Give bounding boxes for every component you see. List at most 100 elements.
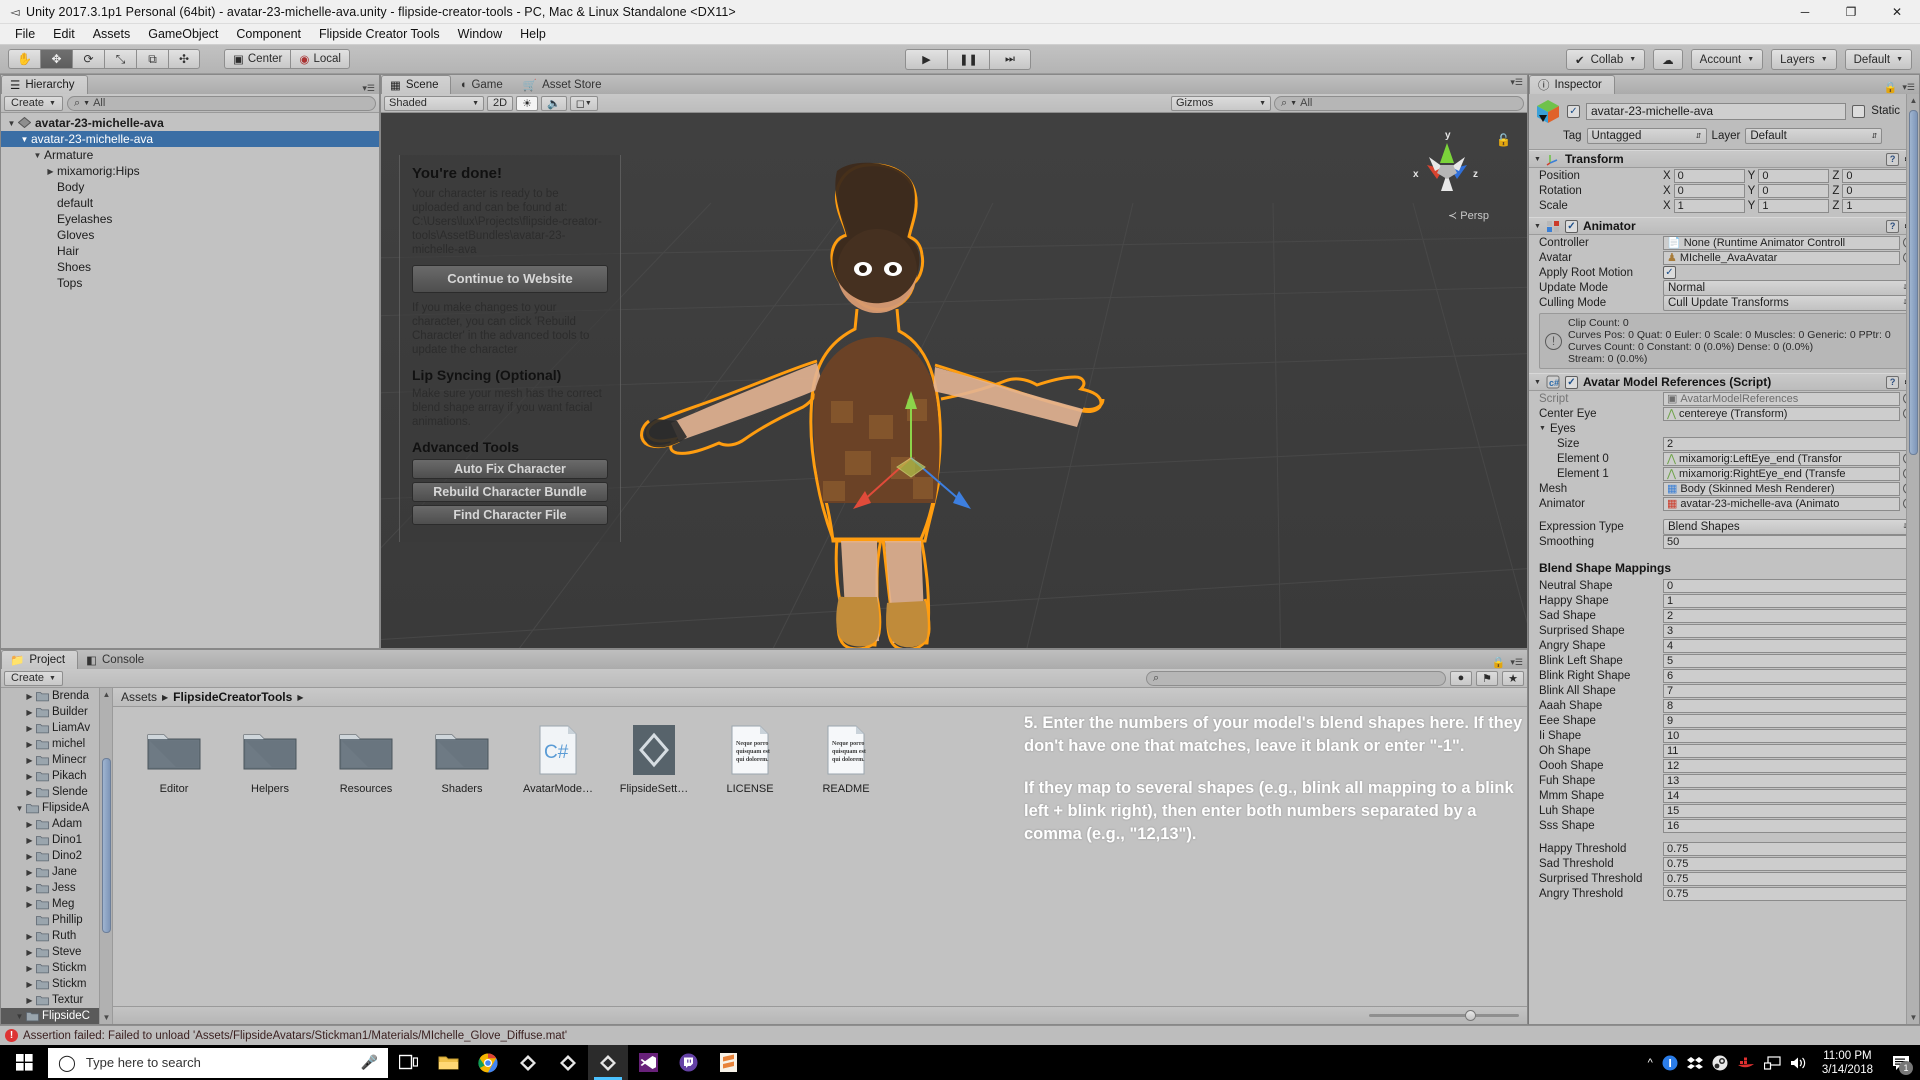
project-tree-item-dino1[interactable]: Dino1 (1, 832, 112, 848)
rebuild-character-bundle-button[interactable]: Rebuild Character Bundle (412, 482, 608, 502)
maximize-button[interactable]: ❐ (1828, 0, 1874, 24)
transform-rotation-x-input[interactable]: 0 (1673, 183, 1745, 198)
chevron-down-icon[interactable]: ▼ (1534, 223, 1541, 230)
animator-culling-mode-dropdown[interactable]: Cull Update Transforms⇵ (1663, 294, 1914, 311)
chevron-down-icon[interactable]: ▼ (1534, 156, 1541, 163)
hierarchy-item-avatar-23-michelle-ava[interactable]: avatar-23-michelle-ava (1, 131, 379, 147)
blend-shape-mmm-shape-input[interactable]: 14 (1663, 788, 1914, 803)
project-tree-item-flipsidec[interactable]: FlipsideC (1, 1008, 112, 1024)
docker-icon[interactable] (1737, 1056, 1755, 1069)
animator-update-mode-dropdown[interactable]: Normal⇵ (1663, 279, 1914, 296)
transform-rotation-z-input[interactable]: 0 (1842, 183, 1915, 198)
unity-icon-1[interactable] (508, 1045, 548, 1080)
scale-tool-button[interactable]: ⤡ (104, 49, 136, 69)
layers-button[interactable]: Layers ▼ (1771, 49, 1837, 70)
chevron-down-icon[interactable] (18, 135, 31, 144)
eye-element-1-field[interactable]: ⋀ mixamorig:RightEye_end (Transfe (1663, 466, 1900, 481)
project-tree-scroll-thumb[interactable] (102, 758, 111, 933)
chevron-right-icon[interactable] (23, 948, 36, 957)
transform-component-header[interactable]: ▼ Transform ? ⚙ (1529, 150, 1919, 168)
hierarchy-item-default[interactable]: default (1, 195, 379, 211)
transform-scale-y-input[interactable]: 1 (1758, 198, 1830, 213)
project-tree-item-brenda[interactable]: Brenda (1, 688, 112, 704)
tab-game[interactable]: ◖ Game (451, 75, 514, 94)
play-button[interactable]: ▶ (905, 49, 947, 70)
rect-tool-button[interactable]: ⧉ (136, 49, 168, 69)
scene-axis-gizmo[interactable]: y x z (1407, 129, 1487, 209)
sublime-icon[interactable] (708, 1045, 748, 1080)
avatar-model-references-header[interactable]: ▼ c# ✓ Avatar Model References (Script) … (1529, 373, 1919, 391)
project-create-button[interactable]: Create ▼ (4, 670, 63, 686)
inspector-scroll-thumb[interactable] (1909, 110, 1918, 455)
scroll-down-arrow[interactable]: ▼ (1909, 1013, 1918, 1022)
account-button[interactable]: Account ▼ (1690, 49, 1764, 70)
hierarchy-item-avatar-23-michelle-ava[interactable]: avatar-23-michelle-ava (1, 115, 379, 131)
chevron-right-icon[interactable] (23, 836, 36, 845)
scene-lighting-toggle[interactable]: ☀ (516, 95, 539, 111)
tab-hierarchy[interactable]: ☰ Hierarchy (1, 75, 88, 94)
help-icon[interactable]: ? (1886, 375, 1900, 389)
twitch-icon[interactable] (668, 1045, 708, 1080)
hierarchy-menu-icon[interactable]: ▾☰ (362, 83, 375, 94)
hierarchy-item-gloves[interactable]: Gloves (1, 227, 379, 243)
hierarchy-item-mixamorig-hips[interactable]: mixamorig:Hips (1, 163, 379, 179)
cloud-services-button[interactable]: ☁ (1653, 49, 1683, 70)
static-checkbox[interactable] (1852, 104, 1866, 118)
project-tree-item-jane[interactable]: Jane (1, 864, 112, 880)
dropbox-icon[interactable] (1686, 1056, 1703, 1070)
gameobject-enabled-checkbox[interactable]: ✓ (1567, 104, 1580, 118)
angry-threshold-input[interactable]: 0.75 (1663, 886, 1914, 901)
menu-help[interactable]: Help (511, 25, 555, 43)
microphone-icon[interactable]: 🎤 (361, 1054, 378, 1071)
visual-studio-icon[interactable] (628, 1045, 668, 1080)
move-tool-button[interactable]: ✥ (40, 49, 72, 69)
blend-shape-oooh-shape-input[interactable]: 12 (1663, 758, 1914, 773)
chevron-right-icon[interactable] (23, 932, 36, 941)
show-hidden-icons[interactable]: ^ (1648, 1057, 1653, 1069)
hierarchy-item-tops[interactable]: Tops (1, 275, 379, 291)
animator-avatar-field[interactable]: ♟ MIchelle_AvaAvatar (1663, 250, 1900, 265)
transform-tool-button[interactable]: ✣ (168, 49, 200, 69)
eye-element-0-field[interactable]: ⋀ mixamorig:LeftEye_end (Transfor (1663, 451, 1900, 466)
blend-shape-surprised-shape-input[interactable]: 3 (1663, 623, 1914, 638)
chevron-right-icon[interactable] (23, 724, 36, 733)
hierarchy-create-button[interactable]: Create ▼ (4, 95, 63, 111)
scene-search-input[interactable]: ⌕ ▼ All (1274, 95, 1524, 111)
menu-flipside-creator-tools[interactable]: Flipside Creator Tools (310, 25, 449, 43)
center-eye-field[interactable]: ⋀ centereye (Transform) (1663, 406, 1900, 421)
hierarchy-item-eyelashes[interactable]: Eyelashes (1, 211, 379, 227)
scene-projection-label[interactable]: ≺ Persp (1448, 209, 1489, 222)
blend-shape-sad-shape-input[interactable]: 2 (1663, 608, 1914, 623)
project-tree-item-ruth[interactable]: Ruth (1, 928, 112, 944)
project-tree-item-minecr[interactable]: Minecr (1, 752, 112, 768)
pivot-mode-button[interactable]: ▣ Center (224, 49, 291, 69)
hierarchy-tree[interactable]: avatar-23-michelle-ava avatar-23-michelle… (1, 113, 379, 648)
project-menu-icon[interactable]: ▾☰ (1510, 657, 1523, 668)
unity-icon-2[interactable] (548, 1045, 588, 1080)
menu-edit[interactable]: Edit (44, 25, 84, 43)
move-gizmo[interactable] (821, 363, 1001, 543)
network-icon[interactable] (1763, 1055, 1781, 1070)
taskbar-clock[interactable]: 11:00 PM 3/14/2018 (1816, 1049, 1879, 1077)
chevron-down-icon[interactable] (13, 804, 26, 813)
help-icon[interactable]: ? (1886, 219, 1900, 233)
asset-item-license[interactable]: Neque porro quisquam est qui dolorem. LICEN… (711, 721, 789, 795)
project-tree-item-liamav[interactable]: LiamAv (1, 720, 112, 736)
asset-item-shaders[interactable]: Shaders (423, 721, 501, 795)
unity-icon-3[interactable] (588, 1045, 628, 1080)
blend-shape-eee-shape-input[interactable]: 9 (1663, 713, 1914, 728)
rotate-tool-button[interactable]: ⟳ (72, 49, 104, 69)
project-tree-item-flipsidea[interactable]: FlipsideA (1, 800, 112, 816)
project-tree-item-textur[interactable]: Textur (1, 992, 112, 1008)
mesh-field[interactable]: ▦ Body (Skinned Mesh Renderer) (1663, 481, 1900, 496)
transform-rotation-y-input[interactable]: 0 (1758, 183, 1830, 198)
chevron-right-icon[interactable] (23, 692, 36, 701)
amr-animator-field[interactable]: ▦ avatar-23-michelle-ava (Animato (1663, 496, 1900, 511)
chevron-right-icon[interactable] (23, 884, 36, 893)
project-tree-item-meg[interactable]: Meg (1, 896, 112, 912)
project-filter-label-button[interactable]: ⚑ (1476, 670, 1498, 686)
inspector-menu-icon[interactable]: ▾☰ (1902, 82, 1915, 93)
chevron-down-icon[interactable] (13, 1012, 26, 1021)
chevron-right-icon[interactable] (23, 852, 36, 861)
transform-position-z-input[interactable]: 0 (1842, 168, 1915, 183)
